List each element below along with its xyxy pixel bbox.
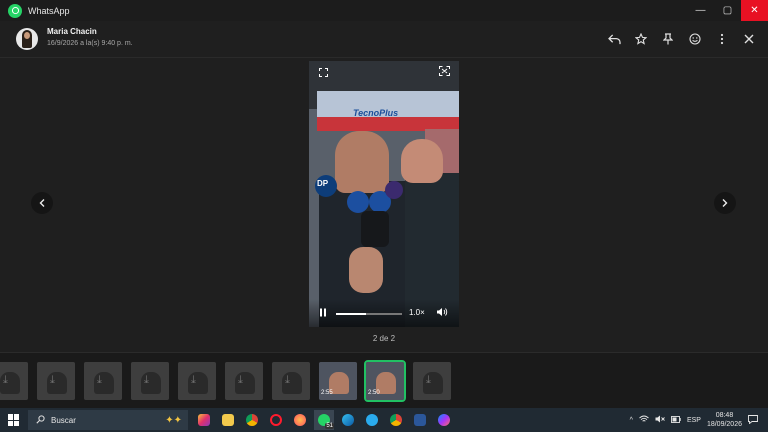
search-icon xyxy=(36,414,45,426)
avatar[interactable] xyxy=(16,28,38,50)
chevron-right-icon xyxy=(722,199,728,207)
popout-icon[interactable] xyxy=(439,66,450,79)
whatsapp-app-icon[interactable]: 51 xyxy=(314,410,334,430)
reply-icon[interactable] xyxy=(605,30,623,48)
microphone xyxy=(361,211,389,247)
video-scene-store-sign: TecnoPlus xyxy=(317,91,459,131)
download-icon: ⤓ xyxy=(144,374,149,386)
media-thumbnail[interactable]: ⤓ xyxy=(272,362,310,400)
message-timestamp: 16/9/2026 a la(s) 9:40 p. m. xyxy=(47,40,133,47)
close-icon[interactable] xyxy=(740,30,758,48)
download-icon: ⤓ xyxy=(426,374,431,386)
chrome-app-icon[interactable] xyxy=(242,410,262,430)
volume-muted-icon[interactable] xyxy=(655,415,665,425)
media-viewer-header: Maria Chacin 16/9/2026 a la(s) 9:40 p. m… xyxy=(0,21,768,58)
media-thumbnail[interactable]: ⤓ xyxy=(0,362,28,400)
previous-media-button[interactable] xyxy=(31,192,53,214)
media-thumbnail[interactable]: ⤓ xyxy=(178,362,216,400)
language-indicator[interactable]: ESP xyxy=(687,417,701,424)
download-icon: ⤓ xyxy=(50,374,55,386)
video-progress-fill xyxy=(336,313,366,315)
file-explorer-app-icon[interactable] xyxy=(218,410,238,430)
messenger-app-icon[interactable] xyxy=(434,410,454,430)
battery-icon[interactable] xyxy=(670,415,681,425)
media-thumbnail[interactable]: ⤓ xyxy=(225,362,263,400)
opera-app-icon[interactable] xyxy=(266,410,286,430)
media-thumbnail[interactable]: ⤓ xyxy=(37,362,75,400)
edge-app-icon[interactable] xyxy=(338,410,358,430)
thumbnail-duration: 2:55 xyxy=(321,390,333,396)
video-scene-person-head xyxy=(401,139,443,183)
start-menu-icon[interactable] xyxy=(8,414,20,426)
media-thumbnail[interactable]: ⤓ xyxy=(413,362,451,400)
emoji-icon[interactable] xyxy=(686,30,704,48)
microphone-label: DP xyxy=(317,179,329,188)
microphone xyxy=(347,191,369,213)
video-player[interactable]: TecnoPlus DP 1.0× xyxy=(309,61,459,327)
media-thumbnail[interactable]: 2:50 xyxy=(364,360,406,402)
whatsapp-badge: 51 xyxy=(325,423,334,429)
firefox-app-icon[interactable] xyxy=(290,410,310,430)
download-icon: ⤓ xyxy=(97,374,102,386)
playback-speed-button[interactable]: 1.0× xyxy=(409,308,425,317)
telegram-app-icon[interactable] xyxy=(362,410,382,430)
pause-icon[interactable] xyxy=(319,308,327,320)
whatsapp-logo-icon xyxy=(8,3,22,18)
volume-icon[interactable] xyxy=(436,307,448,320)
search-placeholder: Buscar xyxy=(51,415,76,425)
pin-icon[interactable] xyxy=(659,30,677,48)
minimize-button[interactable]: — xyxy=(687,0,714,21)
system-tray: ^ ESP 08:48 18/09/2026 xyxy=(630,410,758,430)
notifications-icon[interactable] xyxy=(748,414,758,426)
app-title: WhatsApp xyxy=(28,5,70,16)
next-media-button[interactable] xyxy=(714,192,736,214)
store-sign-text: TecnoPlus xyxy=(353,108,399,118)
word-app-icon[interactable] xyxy=(410,410,430,430)
media-thumbnail[interactable]: 2:55 xyxy=(319,362,357,400)
taskbar-search[interactable]: Buscar ✦✦ xyxy=(28,410,188,430)
media-thumbnail[interactable]: ⤓ xyxy=(131,362,169,400)
download-icon: ⤓ xyxy=(3,374,8,386)
star-icon[interactable] xyxy=(632,30,650,48)
sparkle-icon: ✦✦ xyxy=(165,414,182,426)
download-icon: ⤓ xyxy=(285,374,290,386)
window-close-button[interactable]: ✕ xyxy=(741,0,768,21)
microphone xyxy=(385,181,403,199)
windows-taskbar: Buscar ✦✦ 51 ^ ESP 08:48 18/09/2026 xyxy=(0,408,768,432)
media-thumbnail-strip: ⤓ ⤓ ⤓ ⤓ ⤓ ⤓ ⤓ 2:55 2:50 ⤓ xyxy=(0,352,768,408)
window-titlebar: WhatsApp — ▢ ✕ xyxy=(0,0,768,21)
media-viewer: TecnoPlus DP 1.0× 2 de 2 xyxy=(0,58,768,352)
maximize-button[interactable]: ▢ xyxy=(714,0,741,21)
media-thumbnail[interactable]: ⤓ xyxy=(84,362,122,400)
chevron-up-icon[interactable]: ^ xyxy=(630,417,633,424)
download-icon: ⤓ xyxy=(191,374,196,386)
video-scene-person-head xyxy=(335,131,389,193)
taskbar-clock[interactable]: 08:48 18/09/2026 xyxy=(707,411,742,429)
media-counter: 2 de 2 xyxy=(372,334,396,343)
video-progress-bar[interactable] xyxy=(336,313,402,315)
wifi-icon[interactable] xyxy=(639,415,649,425)
fullscreen-icon[interactable] xyxy=(319,68,328,79)
download-icon: ⤓ xyxy=(238,374,243,386)
clock-date: 18/09/2026 xyxy=(706,421,742,428)
thumbnail-duration: 2:50 xyxy=(368,390,380,396)
instagram-app-icon[interactable] xyxy=(194,410,214,430)
more-icon[interactable] xyxy=(713,30,731,48)
contact-name[interactable]: Maria Chacin xyxy=(47,27,97,36)
chrome-profile-app-icon[interactable] xyxy=(386,410,406,430)
video-scene-hand xyxy=(349,247,383,293)
video-controls: 1.0× xyxy=(309,299,459,327)
clock-time: 08:48 xyxy=(715,412,734,419)
chevron-left-icon xyxy=(39,199,45,207)
